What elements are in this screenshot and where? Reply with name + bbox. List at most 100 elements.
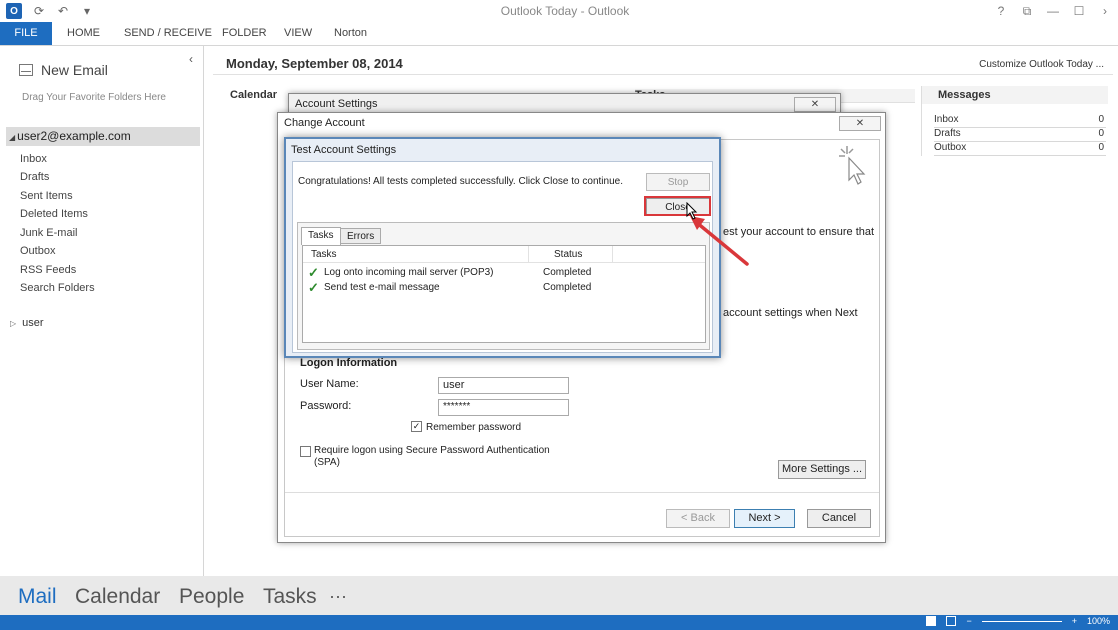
message-folder-name: Outbox xyxy=(934,142,967,153)
table-row: ✓ Log onto incoming mail server (POP3) C… xyxy=(303,266,705,281)
folder-search-folders[interactable]: Search Folders xyxy=(20,282,95,294)
spa-checkbox[interactable] xyxy=(300,446,311,457)
calendar-heading: Calendar xyxy=(230,89,278,101)
close-button-highlight xyxy=(644,196,711,216)
message-folder-name: Inbox xyxy=(934,114,959,125)
ribbon-display-icon[interactable]: ⧉ xyxy=(1014,0,1040,22)
folder-junk-email[interactable]: Junk E-mail xyxy=(20,227,77,239)
folder-deleted-items[interactable]: Deleted Items xyxy=(20,208,88,220)
customize-link[interactable]: Customize Outlook Today ... xyxy=(979,59,1104,70)
tab-view[interactable]: VIEW xyxy=(284,22,312,45)
zoom-in-icon[interactable]: + xyxy=(1072,616,1077,626)
messages-heading: Messages xyxy=(922,86,1108,104)
wizard-cursor-icon xyxy=(839,146,866,185)
header-divider xyxy=(213,74,1113,75)
maximize-icon[interactable]: ☐ xyxy=(1066,0,1092,22)
zoom-level[interactable]: 100% xyxy=(1087,616,1110,626)
message-row-outbox[interactable]: Outbox 0 xyxy=(934,142,1106,156)
dialog-title: Test Account Settings xyxy=(291,144,397,156)
test-account-description: est your account to ensure that xyxy=(723,226,875,238)
task-list-header: Tasks Status xyxy=(303,246,705,263)
tab-tasks[interactable]: Tasks xyxy=(301,227,341,245)
message-count: 0 xyxy=(1098,128,1104,139)
column-header-tasks[interactable]: Tasks xyxy=(311,249,337,260)
expand-triangle-icon[interactable]: ◢ xyxy=(9,133,15,142)
page-title: Monday, September 08, 2014 xyxy=(226,56,403,71)
zoom-slider[interactable] xyxy=(981,620,1062,622)
message-count: 0 xyxy=(1098,142,1104,153)
column-divider xyxy=(612,246,613,263)
favorites-hint: Drag Your Favorite Folders Here xyxy=(22,92,166,103)
tab-home[interactable]: HOME xyxy=(67,22,100,45)
user-group-node[interactable]: ▷ user xyxy=(10,317,44,329)
column-divider xyxy=(528,246,529,263)
username-label: User Name: xyxy=(300,378,359,390)
tab-norton[interactable]: Norton xyxy=(334,22,367,45)
checkmark-icon: ✓ xyxy=(308,265,319,280)
username-field[interactable]: user xyxy=(438,377,569,394)
account-label: user2@example.com xyxy=(17,129,131,143)
mouse-pointer-icon xyxy=(686,202,698,220)
close-dialog-button[interactable]: ✕ xyxy=(794,97,836,112)
tab-errors[interactable]: Errors xyxy=(340,228,382,244)
spa-label: Require logon using Secure Password Auth… xyxy=(314,445,550,468)
dialog-title: Account Settings xyxy=(295,98,378,110)
back-button[interactable]: < Back xyxy=(666,509,730,528)
footer-divider xyxy=(285,492,879,493)
close-window-icon[interactable]: › xyxy=(1092,0,1118,22)
zoom-out-icon[interactable]: − xyxy=(966,616,971,626)
new-email-button[interactable]: New Email xyxy=(19,62,108,78)
stop-button[interactable]: Stop xyxy=(646,173,710,191)
collapse-pane-icon[interactable]: ‹ xyxy=(189,52,193,66)
task-status: Completed xyxy=(543,282,592,293)
folder-sent-items[interactable]: Sent Items xyxy=(20,190,73,202)
folder-pane: ‹ New Email Drag Your Favorite Folders H… xyxy=(0,46,204,576)
ribbon-tabs: FILE HOME SEND / RECEIVE FOLDER VIEW Nor… xyxy=(0,22,1118,45)
test-account-settings-dialog: Test Account Settings Congratulations! A… xyxy=(284,137,721,358)
message-row-inbox[interactable]: Inbox 0 xyxy=(934,114,1106,128)
remember-password-checkbox[interactable]: ✓ xyxy=(411,421,422,432)
checkmark-icon: ✓ xyxy=(308,280,319,295)
new-email-label: New Email xyxy=(41,62,108,78)
nav-tasks[interactable]: Tasks xyxy=(263,585,317,609)
help-icon[interactable]: ? xyxy=(988,0,1014,22)
task-status: Completed xyxy=(543,267,592,278)
nav-mail[interactable]: Mail xyxy=(18,585,57,609)
message-folder-name: Drafts xyxy=(934,128,961,139)
window-title: Outlook Today - Outlook xyxy=(500,4,630,18)
window-controls: ? ⧉ — ☐ › xyxy=(988,0,1118,22)
tab-folder[interactable]: FOLDER xyxy=(222,22,267,45)
reading-view-icon[interactable] xyxy=(946,616,957,626)
logon-section-heading: Logon Information xyxy=(300,357,398,369)
nav-calendar[interactable]: Calendar xyxy=(75,585,160,609)
cancel-button[interactable]: Cancel xyxy=(807,509,871,528)
next-button[interactable]: Next > xyxy=(734,509,795,528)
column-header-status[interactable]: Status xyxy=(554,249,582,260)
message-count: 0 xyxy=(1098,114,1104,125)
dialog-title: Change Account xyxy=(284,117,365,129)
messages-panel: Messages Inbox 0 Drafts 0 Outbox 0 xyxy=(921,86,1108,156)
remember-password-label: Remember password xyxy=(426,422,522,433)
close-dialog-button[interactable]: ✕ xyxy=(839,116,881,131)
folder-drafts[interactable]: Drafts xyxy=(20,171,49,183)
collapsed-triangle-icon[interactable]: ▷ xyxy=(10,319,16,328)
message-row-drafts[interactable]: Drafts 0 xyxy=(934,128,1106,142)
minimize-icon[interactable]: — xyxy=(1040,0,1066,22)
task-name: Send test e-mail message xyxy=(324,282,440,293)
task-list: Tasks Status ✓ Log onto incoming mail se… xyxy=(302,245,706,343)
normal-view-icon[interactable] xyxy=(926,616,937,626)
nav-more-icon[interactable]: ··· xyxy=(329,586,347,607)
account-node[interactable]: ◢ user2@example.com xyxy=(6,127,200,146)
folder-outbox[interactable]: Outbox xyxy=(20,245,55,257)
user-group-label: user xyxy=(22,317,44,329)
folder-inbox[interactable]: Inbox xyxy=(20,153,47,165)
password-field[interactable]: ******* xyxy=(438,399,569,416)
tab-file[interactable]: FILE xyxy=(0,22,52,45)
tab-send-receive[interactable]: SEND / RECEIVE xyxy=(124,22,212,45)
bottom-navigation: Mail Calendar People Tasks ··· xyxy=(0,576,1118,615)
status-bar: − + 100% xyxy=(0,615,1118,630)
more-settings-button[interactable]: More Settings ... xyxy=(778,460,866,479)
folder-rss-feeds[interactable]: RSS Feeds xyxy=(20,264,76,276)
new-email-icon xyxy=(19,64,33,76)
nav-people[interactable]: People xyxy=(179,585,244,609)
